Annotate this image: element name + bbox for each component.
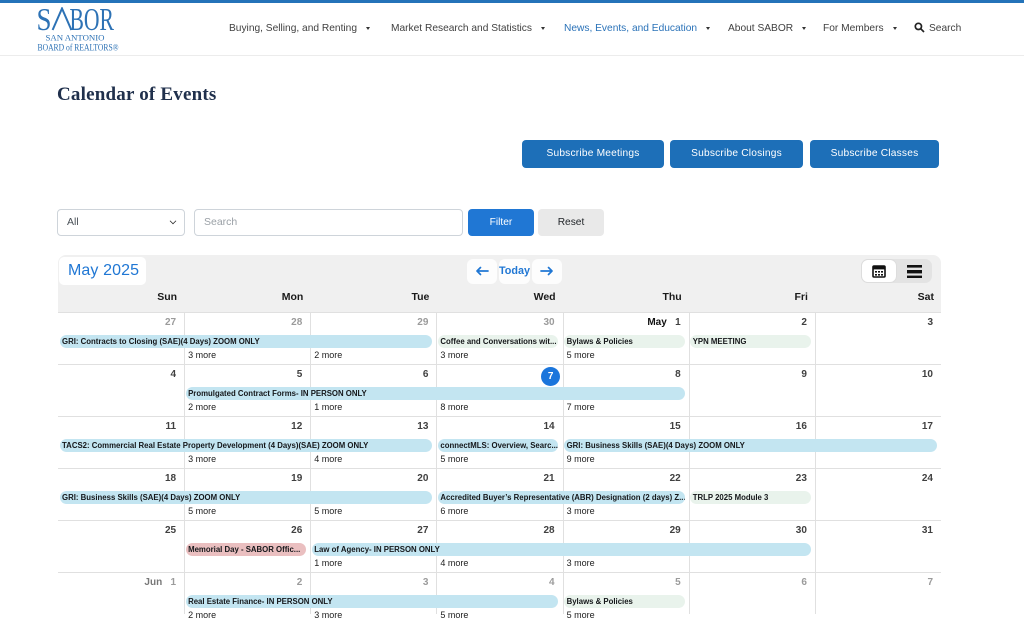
svg-text:SAN ANTONIO: SAN ANTONIO xyxy=(46,33,107,43)
svg-text:BOARD of REALTORS®: BOARD of REALTORS® xyxy=(38,43,119,54)
